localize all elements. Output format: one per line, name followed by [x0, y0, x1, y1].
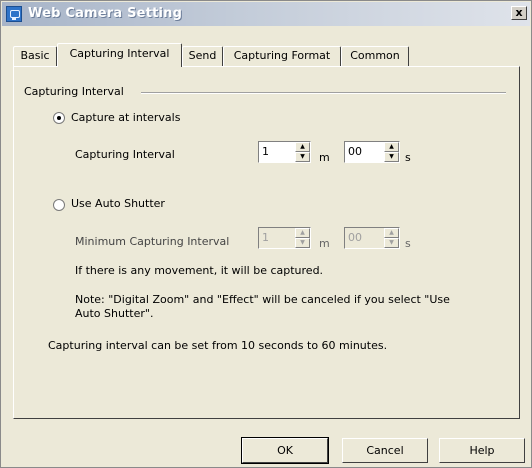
minimum-capturing-interval-label: Minimum Capturing Interval: [75, 235, 230, 248]
group-title: Capturing Interval: [24, 85, 124, 98]
tab-capturing-format[interactable]: Capturing Format: [223, 46, 341, 66]
seconds-unit: s: [405, 151, 411, 164]
help-button[interactable]: Help: [439, 438, 525, 463]
min-minutes-value: 1: [262, 231, 269, 244]
seconds-value[interactable]: 00: [348, 145, 362, 158]
radio-capture-at-intervals[interactable]: [53, 112, 65, 124]
spin-up-icon[interactable]: ▲: [384, 142, 399, 152]
capturing-interval-label: Capturing Interval: [75, 148, 175, 161]
title-bar[interactable]: Web Camera Setting x: [2, 2, 530, 26]
dialog-window: Web Camera Setting x Basic Capturing Int…: [0, 0, 532, 468]
cancel-button[interactable]: Cancel: [342, 438, 428, 463]
tab-capturing-interval[interactable]: Capturing Interval: [57, 43, 182, 67]
seconds-spinner[interactable]: 00 ▲ ▼: [344, 141, 400, 163]
spin-down-icon[interactable]: ▼: [295, 152, 310, 162]
radio-use-auto-shutter[interactable]: [53, 199, 65, 211]
spin-up-icon: ▲: [295, 228, 310, 238]
use-auto-shutter-label[interactable]: Use Auto Shutter: [71, 197, 165, 210]
min-minutes-spinner: 1 ▲ ▼: [258, 227, 311, 249]
min-seconds-spinner: 00 ▲ ▼: [344, 227, 400, 249]
camera-app-icon: [6, 6, 22, 22]
tab-send[interactable]: Send: [182, 46, 223, 66]
spin-down-icon: ▼: [295, 238, 310, 248]
spin-down-icon[interactable]: ▼: [384, 152, 399, 162]
min-seconds-value: 00: [348, 231, 362, 244]
tab-common[interactable]: Common: [341, 46, 409, 66]
minutes-value[interactable]: 1: [262, 145, 269, 158]
movement-info-text: If there is any movement, it will be cap…: [75, 264, 324, 277]
window-title: Web Camera Setting: [28, 6, 183, 21]
auto-shutter-note-line1: Note: "Digital Zoom" and "Effect" will b…: [75, 293, 450, 306]
min-minutes-unit: m: [319, 237, 330, 250]
ok-button[interactable]: OK: [241, 437, 329, 464]
auto-shutter-note-line2: Auto Shutter".: [75, 307, 154, 320]
minutes-unit: m: [319, 151, 330, 164]
spin-down-icon: ▼: [384, 238, 399, 248]
interval-range-note: Capturing interval can be set from 10 se…: [48, 339, 388, 352]
min-seconds-unit: s: [405, 237, 411, 250]
capture-at-intervals-label[interactable]: Capture at intervals: [71, 111, 180, 124]
spin-up-icon: ▲: [384, 228, 399, 238]
minutes-spinner[interactable]: 1 ▲ ▼: [258, 141, 311, 163]
spin-up-icon[interactable]: ▲: [295, 142, 310, 152]
group-divider: [141, 92, 506, 94]
close-button[interactable]: x: [511, 6, 527, 20]
tab-basic[interactable]: Basic: [13, 46, 57, 66]
